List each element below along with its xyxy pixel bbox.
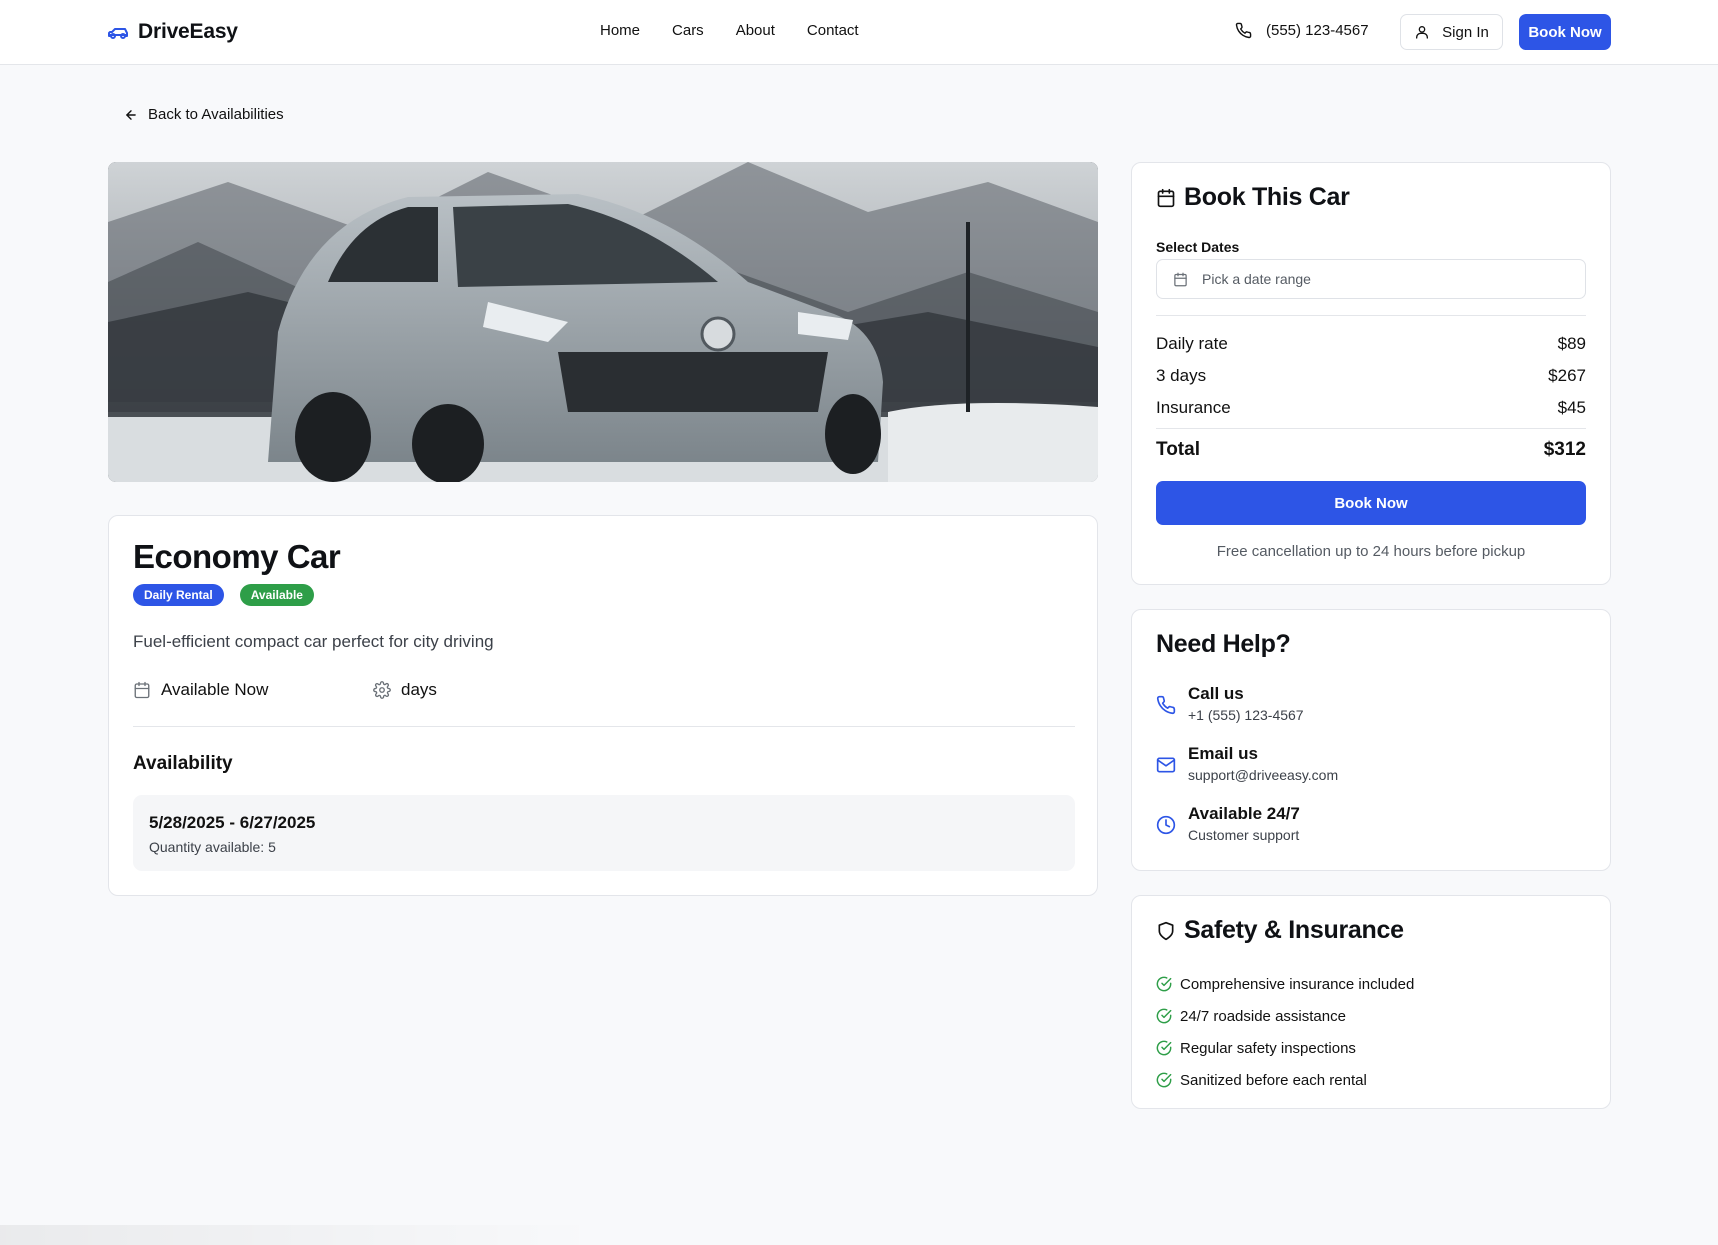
select-dates-label: Select Dates: [1156, 239, 1240, 255]
available-247-title: Available 24/7: [1188, 804, 1300, 823]
car-description: Fuel-efficient compact car perfect for c…: [133, 632, 494, 651]
daily-rate-label: Daily rate: [1156, 334, 1228, 353]
check-circle-icon: [1156, 1072, 1172, 1088]
nav-contact[interactable]: Contact: [807, 22, 859, 39]
insurance-row: Insurance $45: [1156, 398, 1586, 418]
header-phone[interactable]: (555) 123-4567: [1235, 22, 1369, 39]
user-icon: [1414, 24, 1430, 40]
availability-heading: Availability: [133, 753, 233, 774]
rental-duration-unit: days: [373, 680, 437, 700]
duration-unit-text: days: [401, 680, 437, 699]
calendar-icon: [133, 681, 151, 699]
total-value: $312: [1543, 439, 1586, 460]
daily-rental-badge: Daily Rental: [133, 584, 224, 606]
booking-divider-top: [1156, 315, 1586, 316]
safety-card: Safety & Insurance Comprehensive insuran…: [1131, 895, 1611, 1109]
safety-item-text: 24/7 roadside assistance: [1180, 1007, 1346, 1025]
mail-icon: [1156, 755, 1176, 783]
call-us-title: Call us: [1188, 684, 1244, 703]
help-card: Need Help? Call us +1 (555) 123-4567 Ema…: [1131, 609, 1611, 871]
booking-card: Book This Car Select Dates Pick a date r…: [1131, 162, 1611, 585]
car-title: Economy Car: [133, 538, 341, 575]
sign-in-button[interactable]: Sign In: [1400, 14, 1503, 50]
car-badges: Daily Rental Available: [133, 584, 314, 606]
shield-icon: [1156, 921, 1176, 941]
date-range-picker[interactable]: Pick a date range: [1156, 259, 1586, 299]
safety-item-text: Comprehensive insurance included: [1180, 975, 1415, 993]
days-subtotal-row: 3 days $267: [1156, 366, 1586, 386]
total-label: Total: [1156, 439, 1200, 460]
safety-item: Comprehensive insurance included: [1156, 968, 1414, 1000]
car-photo: [108, 162, 1098, 482]
check-circle-icon: [1156, 976, 1172, 992]
daily-rate-value: $89: [1557, 334, 1586, 353]
safety-item: Regular safety inspections: [1156, 1032, 1414, 1064]
email-us-title: Email us: [1188, 744, 1258, 763]
header-book-now-button[interactable]: Book Now: [1519, 14, 1611, 50]
safety-card-header: Safety & Insurance: [1156, 916, 1404, 945]
days-value: $267: [1548, 366, 1586, 385]
availability-status-text: Available Now: [161, 680, 269, 699]
safety-item-text: Sanitized before each rental: [1180, 1071, 1367, 1089]
car-card-divider: [133, 726, 1075, 727]
safety-item: Sanitized before each rental: [1156, 1064, 1414, 1096]
top-navbar: DriveEasy Home Cars About Contact (555) …: [0, 0, 1718, 65]
availability-slot[interactable]: 5/28/2025 - 6/27/2025 Quantity available…: [133, 795, 1075, 871]
insurance-label: Insurance: [1156, 398, 1231, 417]
safety-list: Comprehensive insurance included 24/7 ro…: [1156, 968, 1414, 1096]
phone-icon: [1235, 22, 1252, 39]
date-range-placeholder: Pick a date range: [1202, 271, 1311, 287]
back-link-label: Back to Availabilities: [148, 106, 284, 123]
main-nav: Home Cars About Contact: [600, 22, 859, 39]
insurance-value: $45: [1557, 398, 1586, 417]
gear-icon: [373, 681, 391, 699]
bottom-shadow: [0, 1225, 600, 1245]
nav-home[interactable]: Home: [600, 22, 640, 39]
nav-about[interactable]: About: [736, 22, 775, 39]
brand-name: DriveEasy: [138, 20, 238, 43]
nav-cars[interactable]: Cars: [672, 22, 704, 39]
available-247-item: Available 24/7 Customer support: [1156, 804, 1300, 843]
safety-item-text: Regular safety inspections: [1180, 1039, 1356, 1057]
call-us-number: +1 (555) 123-4567: [1188, 707, 1304, 723]
calendar-icon: [1173, 272, 1188, 287]
days-label: 3 days: [1156, 366, 1207, 385]
call-us-item[interactable]: Call us +1 (555) 123-4567: [1156, 684, 1304, 723]
available-247-detail: Customer support: [1188, 827, 1300, 843]
check-circle-icon: [1156, 1008, 1172, 1024]
daily-rate-row: Daily rate $89: [1156, 334, 1586, 354]
cancellation-note: Free cancellation up to 24 hours before …: [1216, 543, 1526, 560]
header-phone-number: (555) 123-4567: [1266, 22, 1369, 39]
booking-title: Book This Car: [1184, 183, 1350, 211]
availability-status: Available Now: [133, 680, 268, 700]
booking-divider-total: [1156, 428, 1586, 429]
email-us-address: support@driveeasy.com: [1188, 767, 1339, 783]
available-badge: Available: [239, 584, 314, 606]
back-to-availabilities-link[interactable]: Back to Availabilities: [124, 106, 284, 123]
safety-title: Safety & Insurance: [1184, 916, 1404, 944]
car-icon: [106, 22, 130, 42]
brand-logo[interactable]: DriveEasy: [106, 18, 238, 46]
check-circle-icon: [1156, 1040, 1172, 1056]
arrow-left-icon: [124, 108, 138, 122]
phone-icon: [1156, 695, 1176, 723]
booking-card-header: Book This Car: [1156, 183, 1350, 212]
email-us-item[interactable]: Email us support@driveeasy.com: [1156, 744, 1338, 783]
availability-quantity: Quantity available: 5: [149, 839, 276, 855]
sign-in-label: Sign In: [1442, 23, 1489, 41]
book-now-button[interactable]: Book Now: [1156, 481, 1586, 525]
availability-date-range: 5/28/2025 - 6/27/2025: [149, 813, 316, 832]
calendar-icon: [1156, 188, 1176, 208]
clock-icon: [1156, 815, 1176, 843]
car-details-card: Economy Car Daily Rental Available Fuel-…: [108, 515, 1098, 896]
safety-item: 24/7 roadside assistance: [1156, 1000, 1414, 1032]
total-row: Total $312: [1156, 439, 1586, 461]
help-title: Need Help?: [1156, 630, 1291, 658]
